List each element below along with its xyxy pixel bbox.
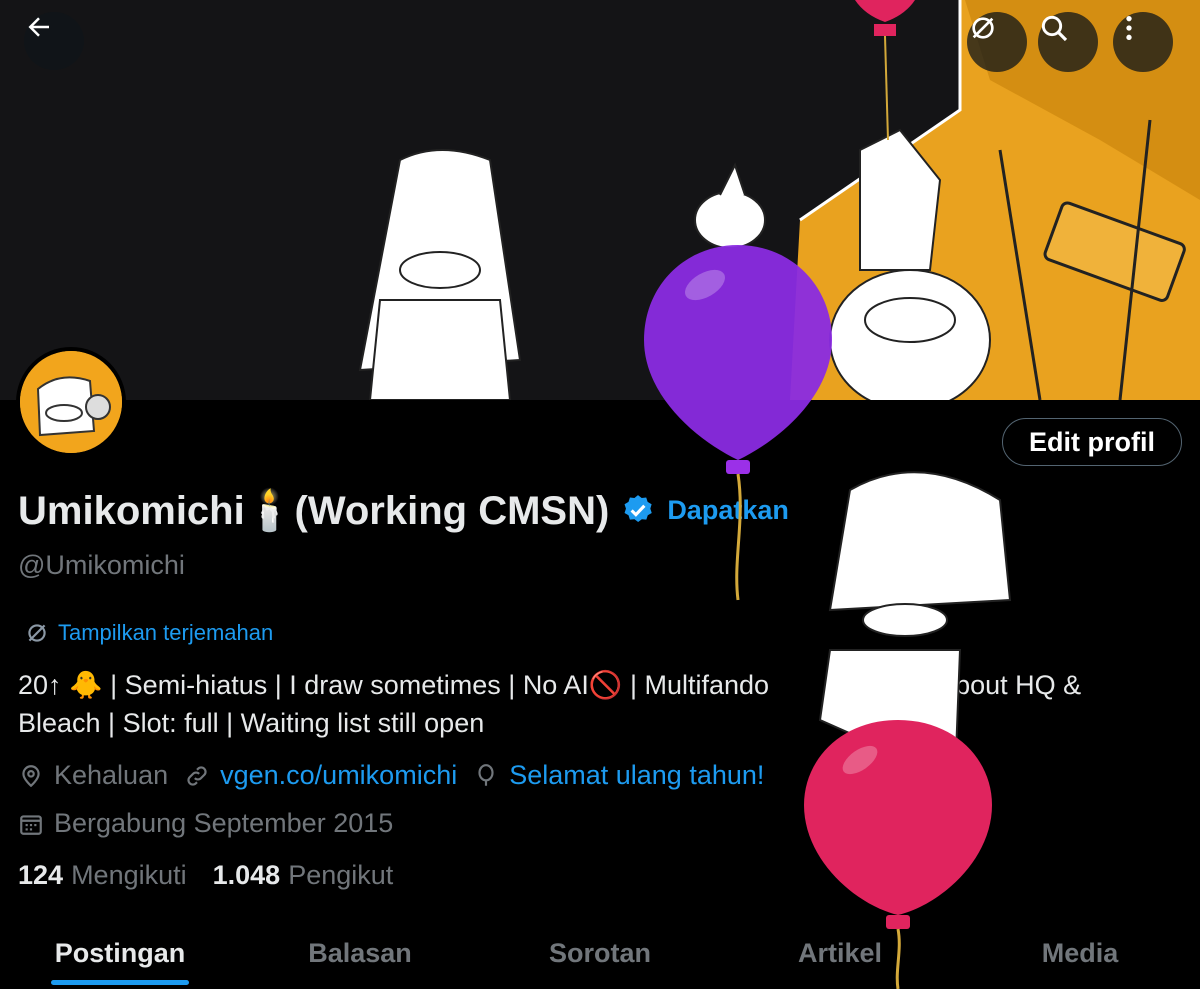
translate-label: Tampilkan terjemahan — [58, 620, 274, 645]
search-button[interactable] — [1038, 12, 1098, 72]
more-vertical-icon — [1126, 16, 1132, 40]
edit-profile-button[interactable]: Edit profil — [1002, 418, 1182, 466]
following-count: 124 — [18, 860, 64, 890]
get-verified-link[interactable]: Dapatkan — [667, 495, 789, 526]
tab-media[interactable]: Media — [960, 920, 1200, 989]
following-link[interactable]: 124 Mengikuti — [18, 860, 187, 891]
profile-handle: @Umikomichi — [18, 550, 185, 580]
joined-date: Bergabung September 2015 — [54, 808, 394, 838]
profile-tabs: Postingan Balasan Sorotan Artikel Media — [0, 920, 1200, 989]
back-button[interactable] — [24, 12, 84, 70]
verified-badge-icon[interactable] — [621, 493, 655, 527]
avatar-image — [20, 351, 122, 453]
bio-line-1: 20↑ 🐥 | Semi-hiatus | I draw sometimes |… — [18, 670, 770, 700]
display-name-row: Umikomichi🕯️(Working CMSN) Dapatkan — [18, 484, 789, 536]
profile-meta-row: Kehaluan vgen.co/umikomichi Selamat ulan… — [18, 760, 764, 791]
tab-label: Postingan — [54, 938, 186, 968]
tab-label: Balasan — [308, 938, 412, 968]
bio-line-1-tail: y about HQ & — [919, 670, 1082, 700]
following-label: Mengikuti — [71, 860, 187, 890]
profile-bio: 20↑ 🐥 | Semi-hiatus | I draw sometimes |… — [18, 666, 1158, 742]
tab-balasan[interactable]: Balasan — [240, 920, 480, 989]
balloon-icon — [478, 763, 494, 786]
followers-count: 1.048 — [212, 860, 281, 890]
more-options-button[interactable] — [1113, 12, 1173, 72]
followers-label: Pengikut — [288, 860, 394, 890]
calendar-icon — [20, 814, 42, 835]
arrow-left-icon — [28, 17, 49, 37]
tab-label: Artikel — [797, 938, 883, 968]
tab-artikel[interactable]: Artikel — [720, 920, 960, 989]
tab-postingan[interactable]: Postingan — [0, 920, 240, 989]
search-icon — [1041, 15, 1068, 42]
translate-icon — [28, 624, 46, 642]
profile-joined-row: Bergabung September 2015 — [18, 808, 393, 839]
profile-location: Kehaluan — [54, 760, 169, 790]
profile-avatar[interactable] — [16, 347, 126, 457]
bio-line-2: Bleach | Slot: full | Waiting list still… — [18, 708, 485, 738]
translate-header-button[interactable] — [967, 12, 1027, 72]
translate-icon — [972, 17, 994, 39]
follow-stats: 124 Mengikuti 1.048 Pengikut — [18, 860, 419, 891]
profile-banner[interactable] — [0, 0, 1200, 400]
show-translation-link[interactable]: Tampilkan terjemahan — [24, 620, 273, 646]
active-tab-indicator — [51, 980, 189, 985]
location-pin-icon — [22, 764, 40, 787]
display-name: Umikomichi🕯️(Working CMSN) — [18, 488, 610, 533]
profile-website-link[interactable]: vgen.co/umikomichi — [220, 760, 457, 791]
tab-label: Sorotan — [548, 938, 651, 968]
birthday-link[interactable]: Selamat ulang tahun! — [509, 760, 764, 791]
tab-label: Media — [1041, 938, 1119, 968]
followers-link[interactable]: 1.048 Pengikut — [213, 860, 394, 891]
link-icon — [187, 765, 207, 786]
tab-sorotan[interactable]: Sorotan — [480, 920, 720, 989]
